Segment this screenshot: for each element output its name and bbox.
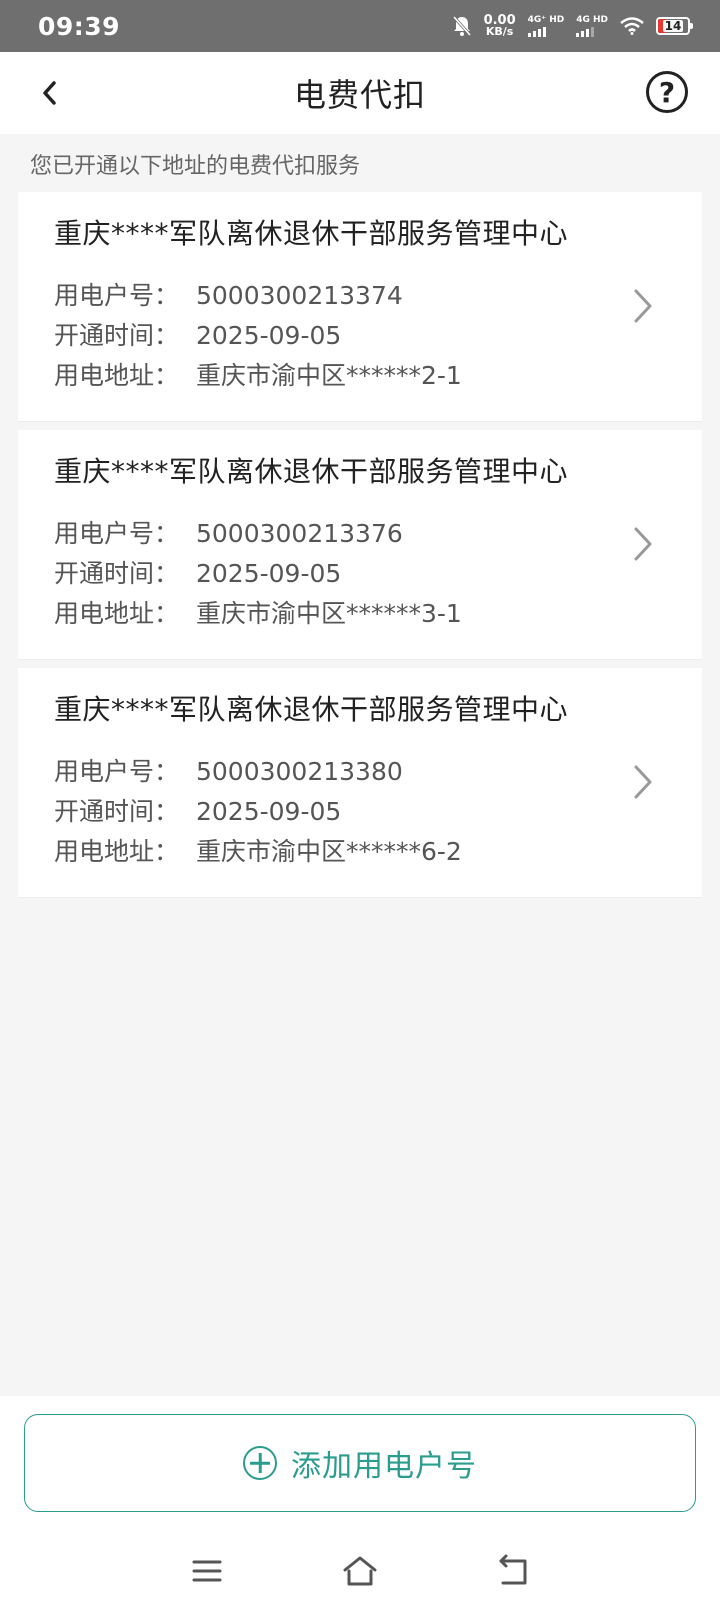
wifi-icon — [620, 17, 644, 35]
open-date-label: 开通时间： — [54, 797, 180, 826]
open-date-label: 开通时间： — [54, 559, 180, 588]
address: 重庆市渝中区******2-1 — [196, 361, 462, 390]
help-button[interactable]: ? — [646, 71, 688, 113]
account-card[interactable]: 重庆****军队离休退休干部服务管理中心 用电户号： 5000300213376… — [18, 430, 702, 660]
open-date: 2025-09-05 — [196, 559, 342, 588]
question-circle-icon: ? — [658, 75, 676, 109]
plus-circle-icon — [243, 1446, 277, 1480]
system-nav-bar — [0, 1530, 720, 1612]
address-label: 用电地址： — [54, 361, 180, 390]
account-name: 重庆****军队离休退休干部服务管理中心 — [54, 217, 569, 250]
service-subtitle: 您已开通以下地址的电费代扣服务 — [30, 154, 361, 179]
open-date-label: 开通时间： — [54, 321, 180, 350]
mute-bell-icon — [452, 16, 471, 36]
address: 重庆市渝中区******6-2 — [196, 837, 462, 866]
account-card[interactable]: 重庆****军队离休退休干部服务管理中心 用电户号： 5000300213380… — [18, 668, 702, 898]
chevron-right-icon — [634, 765, 652, 799]
back-icon[interactable] — [493, 1551, 533, 1591]
menu-icon[interactable] — [187, 1551, 227, 1591]
account-name: 重庆****军队离休退休干部服务管理中心 — [54, 693, 569, 726]
chevron-right-icon — [634, 289, 652, 323]
account-number-label: 用电户号： — [54, 281, 180, 310]
account-number-label: 用电户号： — [54, 519, 180, 548]
address-label: 用电地址： — [54, 837, 180, 866]
address-row: 用电地址： 重庆市渝中区******2-1 — [54, 356, 702, 396]
sim1-label: 4G⁺ HD — [527, 15, 565, 25]
status-time: 09:39 — [38, 11, 121, 41]
address-label: 用电地址： — [54, 599, 180, 628]
add-account-button[interactable]: 添加用电户号 — [24, 1414, 696, 1512]
open-date-row: 开通时间： 2025-09-05 — [54, 792, 702, 832]
account-number-row: 用电户号： 5000300213380 — [54, 752, 702, 792]
battery-level: 14 — [662, 19, 684, 33]
page-title: 电费代扣 — [293, 76, 426, 114]
battery-icon: 14 — [656, 17, 693, 35]
sim2-label: 4G HD — [576, 15, 608, 25]
address-row: 用电地址： 重庆市渝中区******3-1 — [54, 594, 702, 634]
account-number-row: 用电户号： 5000300213374 — [54, 276, 702, 316]
account-card[interactable]: 重庆****军队离休退休干部服务管理中心 用电户号： 5000300213374… — [18, 192, 702, 422]
open-date-row: 开通时间： 2025-09-05 — [54, 316, 702, 356]
account-name: 重庆****军队离休退休干部服务管理中心 — [54, 455, 569, 488]
add-account-label: 添加用电户号 — [291, 1449, 477, 1484]
net-speed-unit: KB/s — [485, 25, 514, 38]
open-date: 2025-09-05 — [196, 321, 342, 350]
status-icons: 0.00 KB/s 4G⁺ HD 4G HD 14 — [452, 14, 693, 38]
signal-icon — [527, 27, 546, 37]
sim1-signal: 4G⁺ HD — [527, 15, 565, 37]
chevron-left-icon[interactable] — [34, 76, 68, 110]
account-list: 重庆****军队离休退休干部服务管理中心 用电户号： 5000300213374… — [18, 192, 702, 906]
app-header: 电费代扣 ? — [0, 52, 720, 134]
account-number: 5000300213376 — [196, 519, 403, 548]
account-number-row: 用电户号： 5000300213376 — [54, 514, 702, 554]
open-date: 2025-09-05 — [196, 797, 342, 826]
account-number: 5000300213380 — [196, 757, 403, 786]
open-date-row: 开通时间： 2025-09-05 — [54, 554, 702, 594]
status-bar: 09:39 0.00 KB/s 4G⁺ HD 4G HD 14 — [0, 0, 720, 52]
net-speed: 0.00 KB/s — [484, 14, 516, 38]
address-row: 用电地址： 重庆市渝中区******6-2 — [54, 832, 702, 872]
account-number-label: 用电户号： — [54, 757, 180, 786]
address: 重庆市渝中区******3-1 — [196, 599, 462, 628]
signal-icon — [576, 27, 595, 37]
chevron-right-icon — [634, 527, 652, 561]
home-icon[interactable] — [340, 1551, 380, 1591]
sim2-signal: 4G HD — [576, 15, 608, 37]
account-number: 5000300213374 — [196, 281, 403, 310]
